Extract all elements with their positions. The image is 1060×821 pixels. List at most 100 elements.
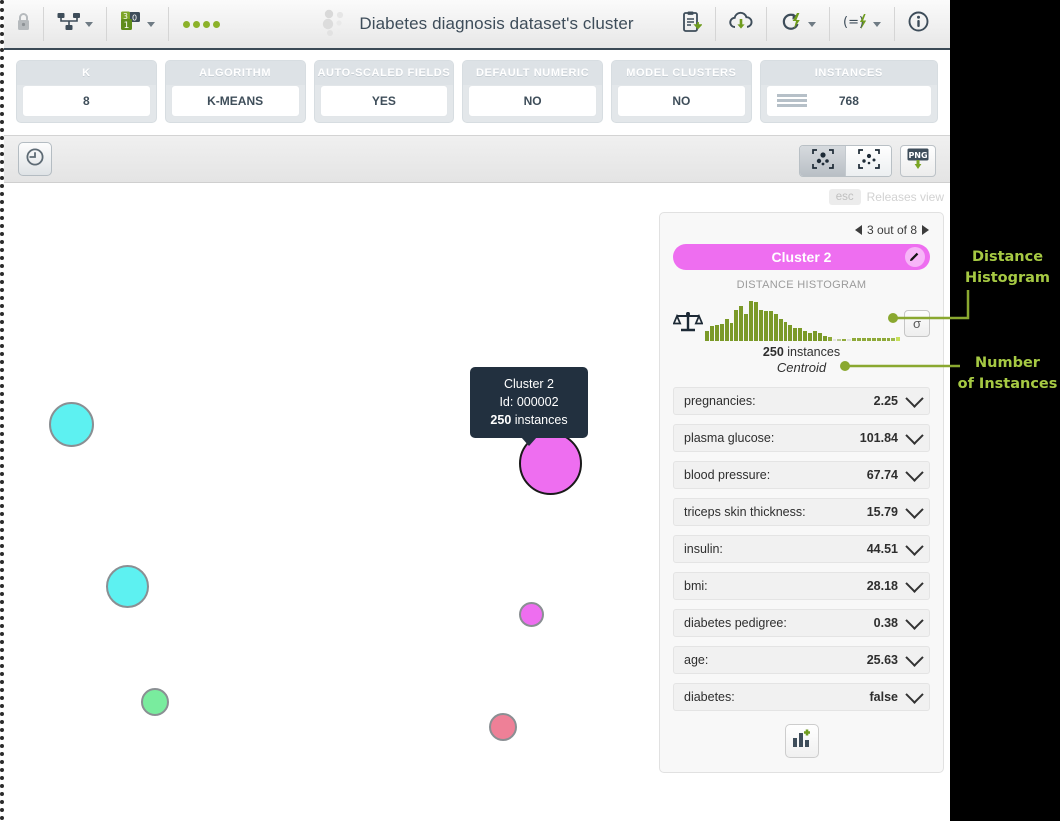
clipboard-download-button[interactable] bbox=[670, 7, 716, 41]
field-value: 0.38 bbox=[873, 616, 898, 630]
annotation-line-2: of Instances bbox=[957, 376, 1058, 392]
dataset-version-icon: 0 3 1 bbox=[120, 11, 143, 37]
field-name: bmi: bbox=[684, 579, 708, 593]
field-row-pregnancies[interactable]: pregnancies: 2.25 bbox=[673, 387, 930, 415]
chevron-down-icon[interactable] bbox=[905, 462, 924, 482]
instances-lines-icon bbox=[776, 94, 807, 112]
field-row-age[interactable]: age: 25.63 bbox=[673, 646, 930, 674]
cluster-bubble-magenta-small[interactable] bbox=[519, 602, 544, 627]
histogram-bar bbox=[714, 325, 719, 341]
chevron-down-icon[interactable] bbox=[905, 684, 924, 704]
scatter-view-button[interactable] bbox=[845, 146, 891, 176]
info-button[interactable] bbox=[895, 7, 942, 41]
chevron-down-icon[interactable] bbox=[905, 425, 924, 445]
screenshot-root: 0 3 1 Diabetes diagnosis dataset's clust… bbox=[0, 0, 1060, 821]
annotation-line-1: Distance bbox=[971, 249, 1044, 265]
field-row-blood-pressure[interactable]: blood pressure: 67.74 bbox=[673, 461, 930, 489]
field-row-diabetes-pedigree[interactable]: diabetes pedigree: 0.38 bbox=[673, 609, 930, 637]
dataset-version-button[interactable]: 0 3 1 bbox=[107, 7, 169, 41]
histogram-bar bbox=[768, 310, 773, 341]
viz-toolbar-right: PNG bbox=[799, 145, 936, 177]
pager-prev-icon[interactable] bbox=[854, 225, 862, 235]
instances-value: 768 bbox=[838, 94, 859, 108]
cluster-name-pill[interactable]: Cluster 2 bbox=[673, 244, 930, 270]
pencil-icon bbox=[909, 249, 921, 265]
pager-next-icon[interactable] bbox=[922, 225, 929, 235]
history-button[interactable] bbox=[18, 142, 52, 176]
cluster-canvas[interactable]: esc Releases view Cluster 2 Id: 000002 2… bbox=[4, 183, 950, 821]
project-button[interactable] bbox=[44, 7, 107, 41]
annotation-number-of-instances: Number of Instances bbox=[955, 353, 1060, 395]
esc-hint-text: Releases view bbox=[866, 190, 944, 204]
chevron-down-icon[interactable] bbox=[905, 573, 924, 593]
refresh-button[interactable] bbox=[767, 7, 830, 41]
field-name: triceps skin thickness: bbox=[684, 505, 806, 519]
panel-instances-line: 250 instances bbox=[673, 341, 930, 359]
bar-chart-plus-icon bbox=[791, 728, 813, 755]
annotation-distance-histogram: Distance Histogram bbox=[955, 247, 1060, 289]
cluster-bubble-cyan-2[interactable] bbox=[106, 565, 149, 608]
chevron-down-icon[interactable] bbox=[905, 388, 924, 408]
tooltip-id: Id: 000002 bbox=[499, 395, 559, 409]
lock-button[interactable] bbox=[4, 7, 44, 41]
sigma-toggle-button[interactable]: σ bbox=[904, 310, 930, 337]
add-chart-button[interactable] bbox=[784, 724, 819, 758]
field-row-plasma-glucose[interactable]: plasma glucose: 101.84 bbox=[673, 424, 930, 452]
script-button[interactable]: (=) bbox=[830, 7, 895, 41]
field-row-diabetes[interactable]: diabetes: false bbox=[673, 683, 930, 711]
script-icon: (=) bbox=[843, 11, 869, 37]
field-value: false bbox=[869, 690, 899, 704]
panel-instances-count: 250 bbox=[762, 345, 784, 359]
cluster-bubble-pink[interactable] bbox=[489, 713, 517, 741]
edit-cluster-name-button[interactable] bbox=[905, 247, 925, 267]
cluster-view-filled-button[interactable] bbox=[800, 146, 845, 176]
cluster-detail-panel: 3 out of 8 Cluster 2 DISTANCE HISTOGRAM bbox=[659, 212, 944, 773]
status-dots[interactable] bbox=[169, 20, 234, 28]
status-dot bbox=[213, 20, 220, 28]
cloud-download-button[interactable] bbox=[716, 7, 767, 41]
histogram-bar bbox=[783, 321, 788, 341]
field-name: age: bbox=[684, 653, 709, 667]
field-name: blood pressure: bbox=[684, 468, 771, 482]
panel-instances-label: instances bbox=[787, 345, 841, 359]
cluster-bubble-mint[interactable] bbox=[141, 688, 169, 716]
field-name: diabetes: bbox=[684, 690, 735, 704]
histogram-bar bbox=[822, 335, 827, 341]
summary-card-value: YES bbox=[319, 85, 449, 117]
chevron-down-icon[interactable] bbox=[905, 536, 924, 556]
field-row-triceps-skin-thickness[interactable]: triceps skin thickness: 15.79 bbox=[673, 498, 930, 526]
histogram-bar bbox=[866, 337, 871, 341]
histogram-bar bbox=[763, 310, 768, 341]
histogram-bar bbox=[754, 302, 758, 341]
lock-icon bbox=[17, 12, 30, 36]
field-name: plasma glucose: bbox=[684, 431, 775, 445]
chevron-down-icon[interactable] bbox=[905, 647, 924, 667]
tooltip-instances-label: instances bbox=[514, 413, 568, 427]
cluster-bubble-cyan-1[interactable] bbox=[49, 402, 94, 447]
field-row-insulin[interactable]: insulin: 44.51 bbox=[673, 535, 930, 563]
page-title: Diabetes diagnosis dataset's cluster bbox=[359, 14, 634, 33]
png-export-button[interactable]: PNG bbox=[900, 145, 936, 177]
histogram-bar bbox=[793, 327, 798, 341]
field-name: insulin: bbox=[684, 542, 723, 556]
summary-card-value-wrap: 768 bbox=[765, 85, 932, 117]
histogram-bar bbox=[778, 318, 783, 341]
svg-text:PNG: PNG bbox=[908, 151, 927, 160]
histogram-bar bbox=[857, 337, 861, 341]
field-name: pregnancies: bbox=[684, 394, 756, 408]
histogram-bar bbox=[758, 310, 763, 341]
chevron-down-icon[interactable] bbox=[905, 499, 924, 519]
histogram-bar bbox=[871, 337, 876, 341]
histogram-bar bbox=[734, 310, 739, 341]
summary-card-value: 8 bbox=[22, 85, 151, 117]
toolbar-left-group: 0 3 1 bbox=[4, 7, 234, 41]
cluster-pager: 3 out of 8 bbox=[673, 221, 930, 244]
chevron-down-icon bbox=[147, 21, 155, 27]
tooltip-instances-count: 250 bbox=[490, 413, 512, 427]
chevron-down-icon[interactable] bbox=[905, 610, 924, 630]
summary-card-k: K 8 bbox=[16, 60, 157, 123]
field-row-bmi[interactable]: bmi: 28.18 bbox=[673, 572, 930, 600]
summary-card-header: MODEL CLUSTERS bbox=[612, 61, 751, 85]
histogram-bar bbox=[852, 337, 857, 341]
histogram-bar bbox=[788, 325, 793, 341]
